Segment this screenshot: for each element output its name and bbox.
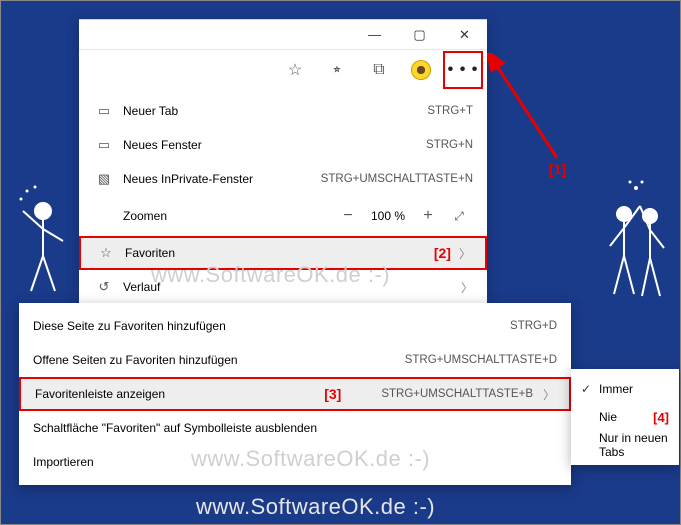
menu-history[interactable]: ↺ Verlauf 〉 [79,270,487,304]
annotation-arrow [487,53,577,173]
menu-new-tab[interactable]: ▭ Neuer Tab STRG+T [79,94,487,128]
submenu-shortcut: STRG+D [510,320,557,332]
flyout-label: Nur in neuen Tabs [597,431,669,459]
annotation-3: [3] [324,386,381,402]
favorites-star-icon: ☆ [95,245,117,261]
submenu-label: Favoritenleiste anzeigen [35,387,324,401]
favorite-star-icon[interactable]: ☆ [275,51,315,89]
flyout-label: Immer [597,382,669,396]
submenu-label: Schaltfläche "Favoriten" auf Symbolleist… [33,421,557,435]
zoom-out-button[interactable]: − [331,207,365,225]
extension-sunflower-icon[interactable] [401,51,441,89]
maximize-button[interactable]: ▢ [397,20,442,49]
submenu-add-page[interactable]: Diese Seite zu Favoriten hinzufügen STRG… [19,309,571,343]
menu-zoom: Zoomen − 100 % + ⤢ [79,196,487,236]
history-icon: ↺ [93,279,115,295]
browser-window: — ▢ ✕ ☆ ⭒ ⧉ • • • ▭ Neuer Tab STRG+T ▭ N… [79,19,487,312]
menu-label: Verlauf [115,280,453,294]
menu-label: Favoriten [117,246,404,260]
minimize-button[interactable]: — [352,20,397,49]
submenu-show-favorites-bar[interactable]: Favoritenleiste anzeigen [3] STRG+UMSCHA… [19,377,571,411]
submenu-label: Diese Seite zu Favoriten hinzufügen [33,319,510,333]
chevron-right-icon: 〉 [533,386,555,403]
flyout-new-tabs-only[interactable]: Nur in neuen Tabs [571,431,679,459]
menu-shortcut: STRG+N [426,139,473,151]
collections-icon[interactable]: ⧉ [359,51,399,89]
menu-shortcut: STRG+T [427,105,473,117]
flyout-always[interactable]: ✓ Immer [571,375,679,403]
submenu-shortcut: STRG+UMSCHALTTASTE+D [405,354,557,366]
new-window-icon: ▭ [93,137,115,153]
menu-new-inprivate[interactable]: ▧ Neues InPrivate-Fenster STRG+UMSCHALTT… [79,162,487,196]
fullscreen-icon[interactable]: ⤢ [445,209,473,224]
zoom-in-button[interactable]: + [411,207,445,225]
annotation-1: [1] [549,161,566,177]
new-tab-icon: ▭ [93,103,115,119]
watermark: www.SoftwareOK.de :-) [196,494,435,520]
menu-new-window[interactable]: ▭ Neues Fenster STRG+N [79,128,487,162]
menu-label: Neues InPrivate-Fenster [115,172,321,186]
flyout-label: Nie [597,410,647,424]
submenu-shortcut: STRG+UMSCHALTTASTE+B [381,388,533,400]
decorative-figure-left [13,181,73,301]
menu-shortcut: STRG+UMSCHALTTASTE+N [321,173,473,185]
annotation-2: [2] [404,245,451,261]
main-menu: ▭ Neuer Tab STRG+T ▭ Neues Fenster STRG+… [79,90,487,312]
submenu-label: Offene Seiten zu Favoriten hinzufügen [33,353,405,367]
flyout-never[interactable]: Nie [4] [571,403,679,431]
zoom-percent: 100 % [365,209,411,223]
titlebar: — ▢ ✕ [79,20,487,50]
show-bar-flyout: ✓ Immer Nie [4] Nur in neuen Tabs [571,369,679,465]
menu-favorites[interactable]: ☆ Favoriten [2] 〉 [79,236,487,270]
submenu-label: Importieren [33,455,557,469]
decorative-figure-right [602,176,672,316]
annotation-4: [4] [647,410,669,425]
submenu-hide-favorites-button[interactable]: Schaltfläche "Favoriten" auf Symbolleist… [19,411,571,445]
chevron-right-icon: 〉 [453,279,473,296]
chevron-right-icon: 〉 [451,245,471,262]
submenu-add-open-pages[interactable]: Offene Seiten zu Favoriten hinzufügen ST… [19,343,571,377]
zoom-label: Zoomen [93,209,331,223]
inprivate-icon: ▧ [93,171,115,187]
menu-label: Neuer Tab [115,104,427,118]
menu-label: Neues Fenster [115,138,426,152]
favorites-submenu: Diese Seite zu Favoriten hinzufügen STRG… [19,303,571,485]
check-icon: ✓ [581,382,597,396]
favorites-list-icon[interactable]: ⭒ [317,51,357,89]
submenu-import[interactable]: Importieren [19,445,571,479]
more-menu-button[interactable]: • • • [443,51,483,89]
toolbar: ☆ ⭒ ⧉ • • • [79,50,487,90]
close-button[interactable]: ✕ [442,20,487,49]
